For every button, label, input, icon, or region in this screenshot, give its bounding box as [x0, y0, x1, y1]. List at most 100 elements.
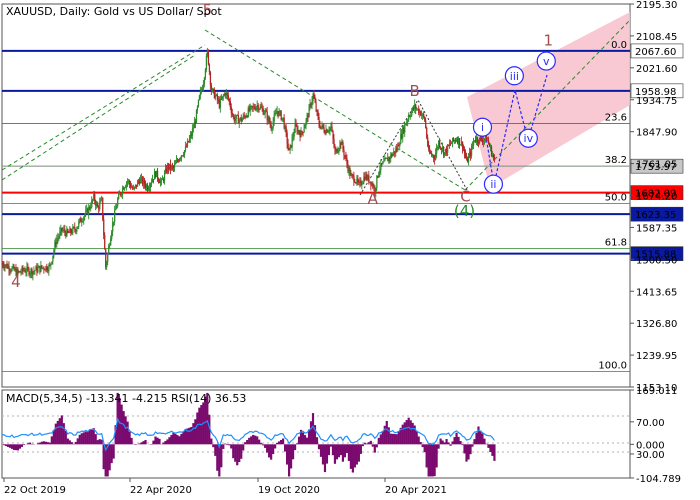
candle-body [483, 138, 486, 141]
candle-body [407, 119, 409, 122]
candle-body [227, 95, 229, 100]
candle-body [488, 143, 491, 147]
candle-body [159, 180, 162, 184]
candle-body [392, 153, 394, 157]
candle-body [94, 194, 96, 202]
candle-body [368, 175, 370, 183]
candle-body [253, 106, 255, 109]
candle-body [64, 229, 66, 233]
candle-body [463, 148, 465, 150]
candle-body [174, 162, 177, 165]
time-tick-label: 22 Oct 2019 [4, 485, 66, 496]
fib-label: 100.0 [598, 361, 627, 372]
fib-label: 50.0 [605, 193, 627, 204]
candle-body [411, 111, 413, 116]
candle-body [406, 121, 408, 125]
candle-body [134, 186, 136, 189]
candle-body [22, 267, 24, 271]
candle-body [114, 210, 116, 222]
candle-body [8, 266, 10, 271]
candle-body [219, 98, 222, 108]
candle-body [126, 182, 128, 187]
candle-body [342, 142, 344, 150]
candle-body [216, 94, 219, 101]
candle-body [202, 84, 205, 89]
candle-body [260, 106, 262, 108]
candle-body [317, 111, 319, 118]
candle-body [238, 119, 240, 124]
candle-body [90, 207, 92, 209]
candle-body [24, 270, 26, 273]
candle-body [149, 187, 151, 189]
candle-body [480, 138, 483, 141]
candle-body [271, 127, 273, 130]
candle-body [144, 179, 146, 185]
candle-body [232, 114, 234, 118]
price-tick-label: 1761.05 [636, 160, 677, 171]
candle-body [46, 266, 48, 271]
forecast-label: iii [510, 70, 519, 83]
candle-body [99, 202, 101, 210]
candle-body [163, 172, 166, 181]
candle-body [292, 136, 294, 138]
candle-body [269, 122, 271, 125]
candle-body [476, 137, 479, 143]
candle-body [72, 227, 74, 234]
candle-body [275, 113, 277, 115]
candle-body [287, 143, 289, 148]
candle-body [76, 228, 78, 232]
candle-body [433, 155, 435, 158]
candle-body [148, 188, 150, 191]
candle-body [48, 265, 50, 272]
candle-body [115, 208, 117, 211]
fib-label: 61.8 [605, 237, 627, 248]
candle-body [428, 145, 430, 149]
candle-body [344, 155, 346, 157]
candle-body [439, 141, 441, 148]
wave-label: A [368, 190, 379, 208]
candle-body [226, 92, 228, 96]
candle-body [241, 118, 243, 122]
candle-body [179, 158, 182, 159]
candle-body [157, 170, 159, 179]
candle-body [286, 132, 288, 144]
wave-label: 4 [11, 273, 21, 291]
candle-body [104, 235, 106, 250]
price-tick-label: 1847.90 [636, 128, 677, 139]
candle-body [198, 95, 201, 100]
candle-body [427, 137, 429, 146]
candle-body [133, 188, 135, 189]
indicator-tick-label: 30.00 [636, 450, 665, 461]
candle-body [207, 49, 210, 65]
candle-body [112, 222, 114, 232]
candle-body [130, 184, 132, 188]
candle-body [298, 130, 300, 133]
price-tick-label: 1326.80 [636, 319, 677, 330]
candle-body [182, 154, 185, 156]
indicator-tick-label: 70.00 [636, 418, 665, 429]
candle-body [329, 127, 331, 131]
candle-body [353, 175, 355, 183]
candle-body [268, 116, 270, 123]
candle-body [91, 199, 93, 208]
candle-body [466, 157, 468, 159]
candle-body [333, 138, 335, 147]
candle-body [304, 125, 306, 129]
candle-body [295, 123, 297, 126]
candle-body [423, 113, 425, 117]
candle-body [382, 162, 384, 165]
candle-body [415, 104, 417, 110]
candle-body [460, 144, 462, 146]
candle-body [201, 88, 204, 90]
candle-body [92, 199, 94, 201]
candle-body [41, 265, 43, 268]
fib-label: 23.6 [605, 113, 627, 124]
candle-body [110, 238, 112, 246]
candle-body [263, 113, 265, 115]
candle-body [137, 181, 139, 187]
candle-body [444, 152, 446, 155]
candle-body [106, 261, 108, 268]
candle-body [77, 226, 79, 229]
price-tick-label: 2108.45 [636, 32, 677, 43]
candle-body [318, 117, 320, 126]
